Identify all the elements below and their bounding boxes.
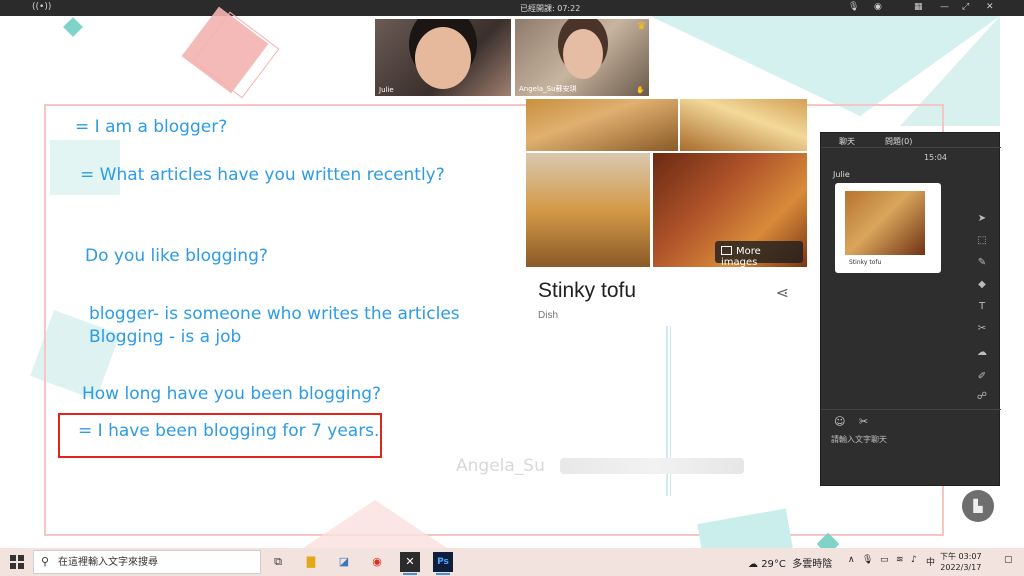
food-photo: More images bbox=[653, 153, 807, 267]
search-result-card: More images Stinky tofu Dish ⋖ bbox=[526, 99, 807, 325]
food-photo bbox=[526, 99, 678, 151]
whiteboard-tools: ➤ ⬚ ✎ ◆ T ✂ ☁ ✐ ☍ bbox=[972, 213, 992, 408]
select-icon[interactable]: ⬚ bbox=[972, 235, 992, 253]
card-title: Stinky tofu bbox=[538, 279, 637, 302]
message-sender: Julie bbox=[833, 170, 850, 179]
whiteboard-text: How long have you been blogging? bbox=[82, 384, 382, 404]
message-image bbox=[845, 191, 925, 255]
participant-name: Angela_Su蘇安琪 bbox=[519, 85, 577, 93]
screen: ((•)) 已經開課: 07:22 🎙 ◉ ▦ — ⤢ ✕ Julie ♛ An… bbox=[0, 0, 1024, 576]
text-tool-icon[interactable]: T bbox=[972, 301, 992, 319]
fullscreen-icon[interactable]: ⤢ bbox=[962, 2, 969, 12]
chrome-icon[interactable]: ◉ bbox=[367, 552, 387, 572]
class-timer: 已經開課: 07:22 bbox=[520, 4, 581, 13]
chat-input[interactable]: 請輸入文字聊天 bbox=[831, 434, 887, 445]
message-image-label: Stinky tofu bbox=[849, 259, 882, 266]
participant-name: Julie bbox=[379, 86, 394, 94]
chat-image-message[interactable]: Stinky tofu bbox=[835, 183, 941, 273]
assistant-button[interactable]: ▙ bbox=[962, 490, 994, 522]
screenshot-icon[interactable]: ✂ bbox=[859, 415, 868, 428]
weather-text: 多雲時陰 bbox=[792, 559, 833, 570]
battery-icon[interactable]: ▭ bbox=[880, 555, 889, 565]
clock-date: 2022/3/17 bbox=[940, 563, 982, 572]
temperature: 29°C bbox=[761, 559, 786, 570]
minimize-icon[interactable]: — bbox=[940, 2, 949, 12]
search-icon: ⚲ bbox=[41, 555, 50, 568]
pointer-icon[interactable]: ➤ bbox=[972, 213, 992, 231]
watermark-blur bbox=[560, 458, 744, 474]
cloud-icon[interactable]: ☁ bbox=[972, 347, 992, 365]
share-icon[interactable]: ⋖ bbox=[776, 283, 789, 302]
wifi-icon[interactable]: ≋ bbox=[896, 555, 904, 565]
tab-chat[interactable]: 聊天 bbox=[839, 136, 855, 147]
task-view-icon[interactable]: ⧉ bbox=[268, 552, 288, 572]
participant-video bbox=[415, 27, 471, 89]
card-subtitle: Dish bbox=[538, 310, 559, 321]
crown-icon: ♛ bbox=[637, 21, 646, 32]
ime-indicator[interactable]: 中 bbox=[926, 555, 935, 568]
clock-time: 下午 03:07 bbox=[940, 552, 982, 561]
meeting-toolbar: ((•)) 已經開課: 07:22 🎙 ◉ ▦ — ⤢ ✕ bbox=[0, 0, 1024, 16]
close-icon[interactable]: ✕ bbox=[986, 2, 994, 12]
food-photo bbox=[526, 153, 650, 267]
decor-teal-dot bbox=[63, 17, 83, 37]
emoji-icon[interactable]: ☺ bbox=[834, 415, 845, 428]
more-images-button[interactable]: More images bbox=[715, 241, 803, 267]
tab-divider bbox=[821, 147, 1001, 148]
system-clock[interactable]: 下午 03:07 2022/3/17 bbox=[940, 551, 982, 573]
image-icon bbox=[721, 246, 732, 255]
tab-questions[interactable]: 問題(0) bbox=[885, 136, 912, 147]
taskbar-search[interactable]: ⚲ bbox=[33, 550, 261, 574]
layout-icon[interactable]: ▦ bbox=[914, 2, 923, 12]
chat-panel: 聊天 問題(0) 15:04 Julie Stinky tofu ➤ ⬚ ✎ ◆… bbox=[820, 132, 1001, 486]
participant-video bbox=[563, 29, 603, 79]
scissors-icon[interactable]: ✂ bbox=[972, 323, 992, 341]
microphone-icon[interactable]: 🎙 bbox=[848, 2, 859, 12]
whiteboard-text: Do you like blogging? bbox=[85, 246, 268, 266]
photoshop-icon[interactable]: Ps bbox=[433, 552, 453, 575]
edit-icon[interactable]: ✐ bbox=[972, 371, 992, 389]
whiteboard-text: = I am a blogger? bbox=[75, 117, 228, 137]
hand-icon: ✋ bbox=[636, 86, 645, 94]
search-input[interactable] bbox=[58, 554, 254, 571]
file-explorer-icon[interactable]: ▇ bbox=[301, 552, 321, 572]
food-photo bbox=[680, 99, 807, 151]
video-tile-angela[interactable]: ♛ Angela_Su蘇安琪 ✋ bbox=[515, 19, 649, 96]
chevron-up-icon[interactable]: ∧ bbox=[848, 555, 855, 565]
eraser-icon[interactable]: ◆ bbox=[972, 279, 992, 297]
watermark: Angela_Su bbox=[456, 456, 545, 476]
windows-start-icon[interactable] bbox=[10, 555, 24, 569]
whiteboard-text: = What articles have you written recentl… bbox=[80, 165, 445, 185]
input-divider bbox=[821, 409, 1001, 410]
weather-widget[interactable]: ☁ 29°C 多雲時陰 bbox=[748, 555, 832, 570]
notifications-icon[interactable]: ▢ bbox=[1004, 555, 1013, 565]
volume-icon[interactable]: ♪ bbox=[911, 555, 917, 565]
video-tile-julie[interactable]: Julie bbox=[375, 19, 511, 96]
microphone-icon[interactable]: 🎙 bbox=[862, 555, 873, 565]
pen-icon[interactable]: ✎ bbox=[972, 257, 992, 275]
whiteboard-text: Blogging - is a job bbox=[89, 327, 242, 347]
meeting-app-icon[interactable]: ✕ bbox=[400, 552, 420, 575]
whiteboard-text: = I have been blogging for 7 years. bbox=[78, 421, 380, 441]
broadcast-icon[interactable]: ((•)) bbox=[32, 2, 51, 12]
camera-icon[interactable]: ◉ bbox=[874, 2, 882, 12]
message-time: 15:04 bbox=[923, 153, 947, 162]
taskbar: ⚲ ⧉ ▇ ◪ ◉ ✕ Ps ☁ 29°C 多雲時陰 ∧ 🎙 ▭ ≋ ♪ 中 下… bbox=[0, 548, 1024, 576]
whiteboard-text: blogger- is someone who writes the artic… bbox=[89, 304, 460, 324]
comments-icon[interactable]: ☍ bbox=[972, 391, 992, 409]
app-icon[interactable]: ◪ bbox=[334, 552, 354, 572]
